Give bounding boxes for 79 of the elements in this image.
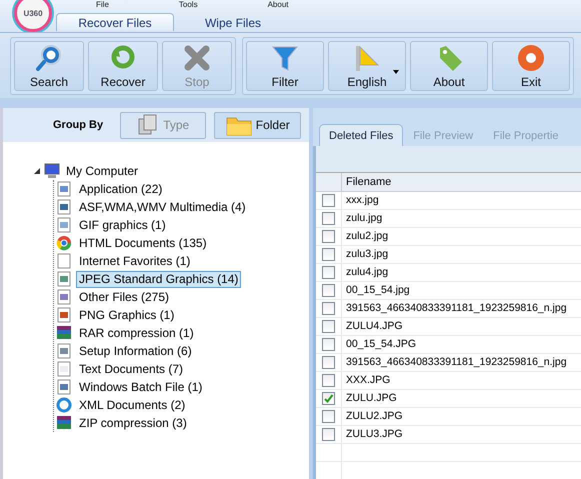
table-cell-text: zulu4.jpg <box>345 265 388 280</box>
tree-item[interactable]: JPEG Standard Graphics (14) <box>76 270 242 288</box>
file-type-icon <box>56 253 72 269</box>
checkbox[interactable] <box>322 212 335 225</box>
table-cell-text: ZULU4.JPG <box>345 319 403 334</box>
toolbar-button[interactable]: Search <box>14 41 84 91</box>
menu-item[interactable]: File <box>96 0 109 9</box>
documents-icon <box>137 114 160 136</box>
file-type-icon <box>56 415 72 431</box>
table-cell-text: ZULU2.JPG <box>345 409 403 424</box>
ribbon-tab[interactable]: Recover Files <box>56 13 174 31</box>
tree-item[interactable]: Text Documents (7) <box>76 360 186 378</box>
checkbox[interactable] <box>322 302 335 315</box>
checkbox[interactable] <box>322 320 335 333</box>
checkbox[interactable] <box>322 428 335 441</box>
toolbar-button[interactable]: Filter <box>246 41 324 91</box>
menu-item[interactable]: About <box>268 0 288 9</box>
toolbar-button[interactable]: Recover <box>88 41 158 91</box>
close-icon <box>182 43 212 73</box>
search-icon <box>34 43 64 73</box>
file-type-icon <box>56 307 72 323</box>
checkbox[interactable] <box>322 266 335 279</box>
tree-item[interactable]: Application (22) <box>76 180 166 198</box>
checkbox[interactable] <box>322 338 335 351</box>
column-header[interactable]: Filename <box>342 173 392 191</box>
file-type-icon <box>56 235 72 251</box>
tree-item[interactable]: My Computer <box>63 162 142 180</box>
table-cell-text: 00_15_54.jpg <box>345 283 410 298</box>
tree-item[interactable]: Setup Information (6) <box>76 342 195 360</box>
checkbox[interactable] <box>322 392 335 405</box>
table-cell-text: XXX.JPG <box>345 373 390 388</box>
checkbox[interactable] <box>322 248 335 261</box>
file-type-icon <box>56 199 72 215</box>
file-type-icon <box>56 379 72 395</box>
checkbox[interactable] <box>322 194 335 207</box>
checkbox[interactable] <box>322 284 335 297</box>
tree-item[interactable]: XML Documents (2) <box>76 396 188 414</box>
tree-item[interactable]: Other Files (275) <box>76 288 172 306</box>
tree-item[interactable]: Windows Batch File (1) <box>76 378 206 396</box>
app-logo[interactable]: U360 <box>14 0 52 32</box>
table-cell-text: zulu2.jpg <box>345 229 388 244</box>
group-by-button[interactable]: Folder <box>214 112 301 138</box>
file-type-icon <box>56 343 72 359</box>
table-cell-text: zulu3.jpg <box>345 247 388 262</box>
file-type-icon <box>56 181 72 197</box>
table-cell-text: ZULU.JPG <box>345 391 397 406</box>
tree-item[interactable]: GIF graphics (1) <box>76 216 169 234</box>
tree-item[interactable]: RAR compression (1) <box>76 324 197 342</box>
expander-icon[interactable] <box>33 167 41 175</box>
file-type-icon <box>56 289 72 305</box>
file-type-icon <box>56 217 72 233</box>
toolbar-button[interactable]: About <box>410 41 488 91</box>
table-cell-text: xxx.jpg <box>345 193 379 208</box>
table-cell-text: 391563_466340833391181_1923259816_n.jpg <box>345 301 567 316</box>
file-type-icon <box>56 325 72 341</box>
group-by-label: Group By <box>53 119 104 131</box>
table-cell-text: 391563_466340833391181_1923259816_n.jpg <box>345 355 567 370</box>
table-cell-text: zulu.jpg <box>345 211 382 226</box>
computer-icon <box>44 163 60 179</box>
aperture-icon <box>516 43 546 73</box>
panel-tab[interactable]: Deleted Files <box>319 124 404 146</box>
toolbar-button[interactable]: Exit <box>492 41 570 91</box>
file-type-icon <box>56 271 72 287</box>
file-type-icon <box>56 361 72 377</box>
table-cell-text: 00_15_54.JPG <box>345 337 416 352</box>
checkbox[interactable] <box>322 374 335 387</box>
tree-item[interactable]: ZIP compression (3) <box>76 414 190 432</box>
tree-item[interactable]: HTML Documents (135) <box>76 234 210 252</box>
checkbox[interactable] <box>322 410 335 423</box>
table-cell-text: ZULU3.JPG <box>345 427 403 442</box>
ribbon-tab[interactable]: Wipe Files <box>174 13 292 31</box>
tree-item[interactable]: PNG Graphics (1) <box>76 306 178 324</box>
toolbar-button[interactable]: English <box>328 41 406 91</box>
file-type-icon <box>56 397 72 413</box>
checkbox[interactable] <box>322 356 335 369</box>
tree-item[interactable]: ASF,WMA,WMV Multimedia (4) <box>76 198 249 216</box>
checkbox[interactable] <box>322 230 335 243</box>
tree-item[interactable]: Internet Favorites (1) <box>76 252 194 270</box>
menu-item[interactable]: Tools <box>178 0 198 9</box>
